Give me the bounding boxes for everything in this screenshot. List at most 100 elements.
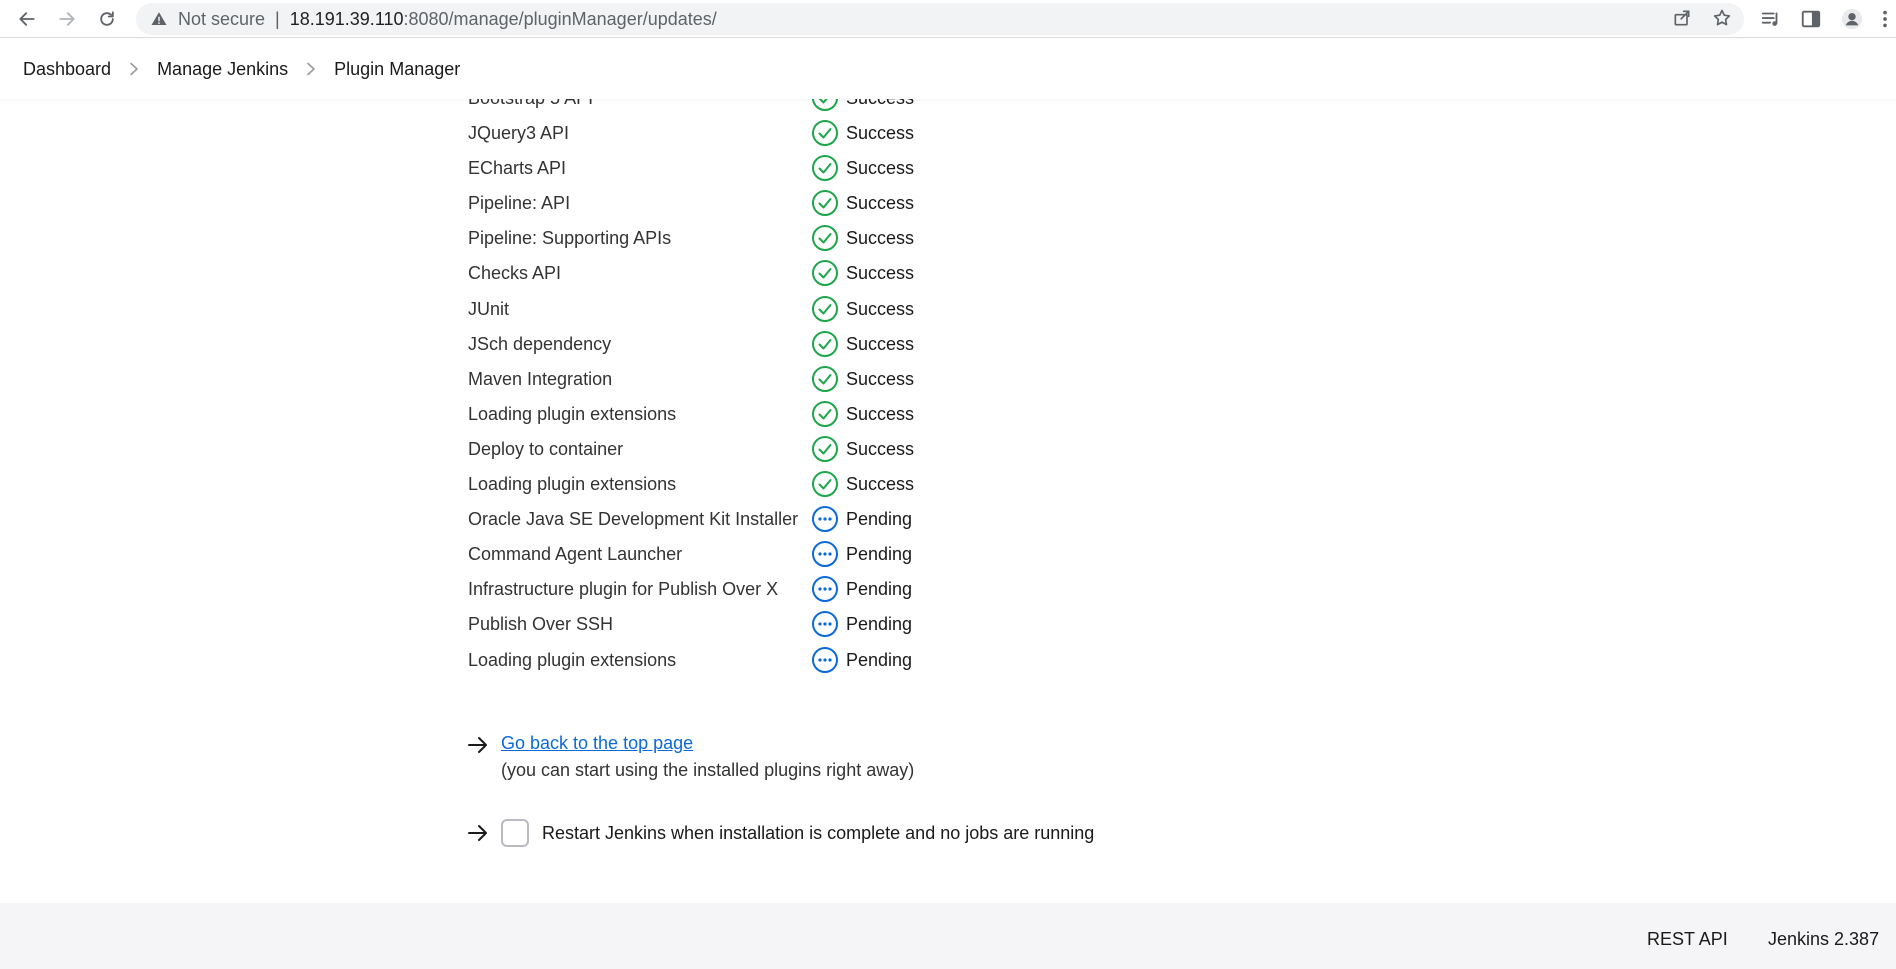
side-panel-button[interactable]	[1798, 6, 1824, 32]
check-circle-icon	[812, 295, 838, 322]
install-status-row: Infrastructure plugin for Publish Over X…	[468, 572, 1068, 607]
check-circle-icon	[812, 330, 838, 357]
install-status-text: Pending	[846, 614, 913, 635]
more-horizontal-circle-icon	[812, 576, 838, 603]
breadcrumb-manage-jenkins[interactable]: Manage Jenkins	[157, 59, 288, 80]
plugin-name: Pipeline: API	[468, 193, 571, 214]
reading-list-button[interactable]	[1758, 6, 1784, 32]
url-path: :8080/manage/pluginManager/updates/	[403, 8, 717, 29]
bookmark-button[interactable]	[1710, 6, 1734, 30]
reading-list-icon	[1761, 12, 1778, 26]
more-horizontal-circle-icon	[812, 541, 838, 568]
plugin-name: Pipeline: Supporting APIs	[468, 228, 672, 249]
chevron-right-icon	[288, 62, 334, 76]
check-circle-icon	[812, 120, 838, 147]
install-status-row: Command Agent Launcher Pending	[468, 537, 1068, 572]
install-status-row: Pipeline: API Success	[468, 186, 1068, 221]
forward-nav-button[interactable]	[52, 4, 82, 34]
check-circle-icon	[812, 225, 838, 252]
address-separator: |	[275, 8, 280, 29]
restart-checkbox[interactable]	[501, 819, 529, 847]
reload-button[interactable]	[92, 4, 122, 34]
check-circle-icon	[812, 471, 838, 498]
plugin-name: Bootstrap 5 API	[468, 99, 593, 109]
plugin-name: JQuery3 API	[468, 123, 570, 144]
side-panel-icon	[1801, 10, 1821, 28]
install-status-text: Success	[846, 263, 915, 284]
arrow-right-icon	[59, 12, 75, 26]
plugin-name: ECharts API	[468, 158, 567, 179]
install-status-text: Success	[846, 368, 915, 389]
profile-button[interactable]	[1839, 6, 1865, 32]
install-status-text: Success	[846, 403, 915, 424]
arrow-left-icon	[19, 12, 35, 26]
install-status-row: Deploy to container Success	[468, 432, 1068, 467]
install-status-text: Pending	[846, 579, 913, 600]
install-status-row: Oracle Java SE Development Kit Installer…	[468, 502, 1068, 537]
browser-menu-button[interactable]	[1878, 6, 1892, 32]
plugin-name: Deploy to container	[468, 438, 624, 459]
more-horizontal-circle-icon	[812, 611, 838, 638]
breadcrumb-dashboard[interactable]: Dashboard	[23, 59, 111, 80]
install-status-text: Success	[846, 123, 915, 144]
install-status-text: Success	[846, 158, 915, 179]
go-back-note: (you can start using the installed plugi…	[501, 760, 915, 780]
install-status-row: Pipeline: Supporting APIs Success	[468, 221, 1068, 256]
plugin-name: Loading plugin extensions	[468, 474, 677, 495]
more-vertical-icon	[1883, 10, 1887, 28]
install-status-text: Success	[846, 438, 915, 459]
arrow-right-icon	[468, 737, 487, 753]
security-status[interactable]: Not secure	[178, 9, 265, 30]
install-status-row: Loading plugin extensions Success	[468, 397, 1068, 432]
back-nav-button[interactable]	[12, 4, 42, 34]
install-status-row: Publish Over SSH Pending	[468, 607, 1068, 642]
install-status-row: JQuery3 API Success	[468, 116, 1068, 151]
check-circle-icon	[812, 365, 838, 392]
install-status-text: Success	[846, 193, 915, 214]
install-status-row: Maven Integration Success	[468, 362, 1068, 397]
star-icon	[1713, 9, 1731, 26]
install-status-text: Pending	[846, 649, 913, 670]
main-content: Bootstrap 5 API Success JQuery3 API Success…	[0, 99, 1896, 903]
browser-toolbar: Not secure | 18.191.39.110:8080/manage/p…	[0, 0, 1896, 38]
install-status-row: Checks API Success	[468, 256, 1068, 291]
share-button[interactable]	[1670, 6, 1694, 30]
arrow-right-icon	[468, 825, 487, 841]
address-bar[interactable]: Not secure | 18.191.39.110:8080/manage/p…	[136, 3, 1744, 35]
plugin-name: JSch dependency	[468, 333, 612, 354]
plugin-name: Oracle Java SE Development Kit Installer	[468, 509, 799, 530]
plugin-name: Loading plugin extensions	[468, 403, 677, 424]
install-status-text: Success	[846, 298, 915, 319]
plugin-name: JUnit	[468, 298, 510, 319]
url-host: 18.191.39.110	[289, 8, 404, 29]
install-status-text: Success	[846, 99, 914, 109]
avatar-icon	[1841, 8, 1863, 30]
more-horizontal-circle-icon	[812, 506, 838, 533]
rest-api-link[interactable]: REST API	[1647, 929, 1728, 950]
more-horizontal-circle-icon	[812, 646, 838, 673]
reload-icon	[100, 11, 114, 26]
install-status-text: Success	[846, 228, 915, 249]
share-icon	[1674, 10, 1690, 26]
install-status-row: Bootstrap 5 API Success	[468, 99, 1068, 116]
install-status-text: Pending	[846, 509, 913, 530]
install-status-row: JSch dependency Success	[468, 327, 1068, 362]
install-status-list: Bootstrap 5 API Success JQuery3 API Success…	[468, 99, 1068, 678]
plugin-name: Loading plugin extensions	[468, 649, 677, 670]
breadcrumb: Dashboard Manage Jenkins Plugin Manager	[0, 39, 1896, 99]
install-status-row: Loading plugin extensions Success	[468, 467, 1068, 502]
restart-checkbox-label[interactable]: Restart Jenkins when installation is com…	[542, 823, 1094, 844]
breadcrumb-plugin-manager[interactable]: Plugin Manager	[334, 59, 460, 80]
install-status-row: ECharts API Success	[468, 151, 1068, 186]
install-status-text: Success	[846, 474, 915, 495]
go-back-top-link[interactable]: Go back to the top page	[501, 733, 693, 754]
plugin-name: Infrastructure plugin for Publish Over X	[468, 579, 779, 600]
check-circle-icon	[812, 155, 838, 182]
install-status-row: Loading plugin extensions Pending	[468, 643, 1068, 678]
warning-icon	[151, 12, 167, 25]
check-circle-icon	[812, 400, 838, 427]
install-status-row: JUnit Success	[468, 292, 1068, 327]
check-circle-icon	[812, 435, 838, 462]
jenkins-version-link[interactable]: Jenkins 2.387	[1768, 929, 1879, 950]
plugin-name: Maven Integration	[468, 368, 613, 389]
